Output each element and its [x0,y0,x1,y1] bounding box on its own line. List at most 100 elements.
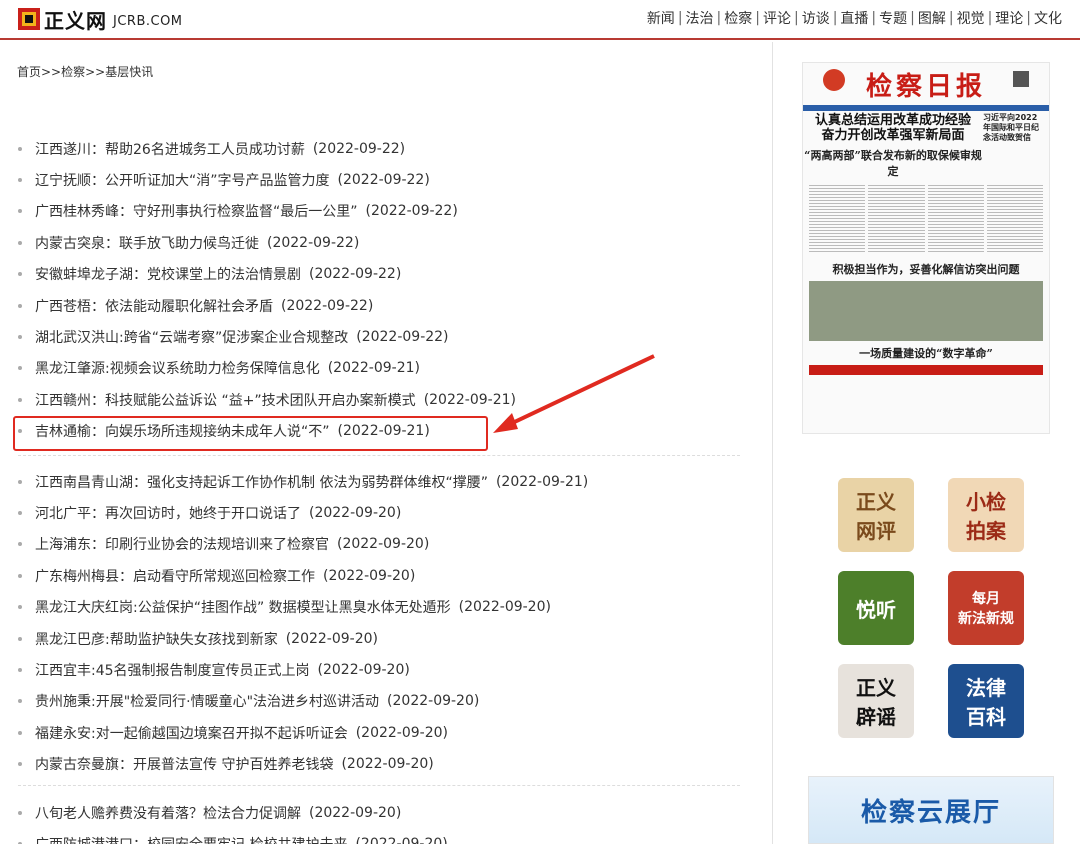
news-item[interactable]: 广西苍梧：依法能动履职化解社会矛盾 (2022-09-22) [18,290,740,321]
news-date: (2022-09-20) [387,693,480,710]
news-date: (2022-09-20) [323,567,416,584]
nav-separator: | [716,10,722,26]
bullet-icon [18,272,22,277]
news-item[interactable]: 广东梅州梅县：启动看守所常规巡回检察工作 (2022-09-20) [18,560,740,591]
news-title[interactable]: 安徽蚌埠龙子湖：党校课堂上的法治情景剧 [35,264,301,284]
news-item[interactable]: 上海浦东：印刷行业协会的法规培训来了检察官 (2022-09-20) [18,529,740,560]
news-item[interactable]: 湖北武汉洪山:跨省“云端考察”促涉案企业合规整改 (2022-09-22) [18,321,740,352]
nav-link[interactable]: 新闻 [647,8,675,28]
nav-link[interactable]: 评论 [763,8,791,28]
nav-link[interactable]: 法治 [686,8,714,28]
bullet-icon [18,542,22,547]
news-title[interactable]: 黑龙江巴彦:帮助监护缺失女孩找到新家 [35,629,278,649]
news-date: (2022-09-21) [423,391,516,408]
feature-tile[interactable]: 正义 辟谣 [838,664,914,738]
news-title[interactable]: 上海浦东：印刷行业协会的法规培训来了检察官 [35,534,329,554]
news-title[interactable]: 贵州施秉:开展"检爱同行·情暖童心"法治进乡村巡讲活动 [35,691,379,711]
news-title[interactable]: 江西南昌青山湖：强化支持起诉工作协作机制 依法为弱势群体维权“撑腰” [35,472,488,492]
news-date: (2022-09-21) [327,360,421,377]
news-date: (2022-09-20) [458,599,551,616]
news-title[interactable]: 辽宁抚顺：公开听证加大“消”字号产品监管力度 [35,170,330,190]
news-item[interactable]: 辽宁抚顺：公开听证加大“消”字号产品监管力度 (2022-09-22) [18,164,740,195]
nav-link[interactable]: 视觉 [957,8,985,28]
news-item[interactable]: 八旬老人赡养费没有着落？检法合力促调解 (2022-09-20) [18,797,740,828]
nav-separator: | [987,10,993,26]
bullet-icon [18,209,22,214]
newspaper-masthead: 检察日报 [803,63,1049,105]
newspaper-subheadline-3: 一场质量建设的“数字革命” [859,347,993,360]
news-title[interactable]: 广西苍梧：依法能动履职化解社会矛盾 [35,296,273,316]
newspaper-side-headline: 习近平向2022年国际和平日纪念活动致贺信 [983,113,1039,142]
news-item[interactable]: 江西赣州：科技赋能公益诉讼 “益+”技术团队开启办案新模式 (2022-09-21… [18,384,740,415]
news-item[interactable]: 河北广平：再次回访时，她终于开口说话了 (2022-09-20) [18,497,740,528]
column-divider [772,42,773,844]
news-date: (2022-09-20) [309,804,402,821]
news-title[interactable]: 河北广平：再次回访时，她终于开口说话了 [35,503,301,523]
feature-tile[interactable]: 正义 网评 [838,478,914,552]
news-title[interactable]: 八旬老人赡养费没有着落？检法合力促调解 [35,803,301,823]
news-item[interactable]: 内蒙古奈曼旗：开展普法宣传 守护百姓养老钱袋 (2022-09-20) [18,749,740,780]
newspaper-thumbnail[interactable]: 检察日报 认真总结运用改革成功经验 奋力开创改革强军新局面 习近平向2022年国… [802,62,1050,434]
news-title[interactable]: 福建永安:对一起偷越国边境案召开拟不起诉听证会 [35,723,348,743]
news-title[interactable]: 江西宜丰:45名强制报告制度宣传员正式上岗 [35,660,310,680]
news-date: (2022-09-20) [355,724,449,741]
feature-tile[interactable]: 小检 拍案 [948,478,1024,552]
logo-text: 正义网 [44,8,107,33]
news-title[interactable]: 广西桂林秀峰：守好刑事执行检察监督“最后一公里” [35,201,358,221]
nav-separator: | [755,10,760,26]
bullet-icon [18,762,22,767]
cloud-exhibition-label: 检察云展厅 [860,797,1001,828]
nav-separator: | [1026,10,1031,26]
nav-separator: | [910,10,915,26]
nav-separator: | [677,10,683,26]
qr-code-icon [1013,71,1029,87]
news-date: (2022-09-20) [317,662,410,679]
news-item[interactable]: 安徽蚌埠龙子湖：党校课堂上的法治情景剧 (2022-09-22) [18,259,740,290]
bullet-icon [18,366,22,371]
bullet-icon [18,636,22,641]
site-logo[interactable]: 正义网 JCRB.COM [18,5,183,33]
nav-separator: | [832,10,838,26]
logo-domain: JCRB.COM [113,14,183,29]
news-date: (2022-09-20) [337,536,430,553]
breadcrumb[interactable]: 首页>>检察>>基层快讯 [17,63,153,80]
feature-tile[interactable]: 每月 新法新规 [948,571,1024,645]
bullet-icon [18,146,22,151]
nav-link[interactable]: 文化 [1034,8,1062,28]
bullet-icon [18,668,22,673]
news-title[interactable]: 江西赣州：科技赋能公益诉讼 “益+”技术团队开启办案新模式 [35,390,416,410]
news-title[interactable]: 内蒙古奈曼旗：开展普法宣传 守护百姓养老钱袋 [35,754,333,774]
news-item[interactable]: 内蒙古突泉：联手放飞助力候鸟迁徙 (2022-09-22) [18,227,740,258]
news-date: (2022-09-22) [267,234,360,251]
nav-link[interactable]: 直播 [840,8,868,28]
cloud-exhibition-banner[interactable]: 检察云展厅 [808,776,1054,844]
news-item[interactable]: 江西南昌青山湖：强化支持起诉工作协作机制 依法为弱势群体维权“撑腰” (2022-… [18,466,740,497]
news-item[interactable]: 黑龙江大庆红岗:公益保护“挂图作战” 数据模型让黑臭水体无处遁形 (2022-09… [18,592,740,623]
news-item[interactable]: 江西遂川：帮助26名进城务工人员成功讨薪 (2022-09-22) [18,133,740,164]
news-date: (2022-09-21) [495,473,589,490]
news-item[interactable]: 黑龙江巴彦:帮助监护缺失女孩找到新家 (2022-09-20) [18,623,740,654]
nav-link[interactable]: 检察 [724,8,752,28]
news-title[interactable]: 内蒙古突泉：联手放飞助力候鸟迁徙 [35,233,259,253]
news-item[interactable]: 黑龙江肇源:视频会议系统助力检务保障信息化 (2022-09-21) [18,353,740,384]
news-title[interactable]: 黑龙江肇源:视频会议系统助力检务保障信息化 [35,358,320,378]
news-item[interactable]: 福建永安:对一起偷越国边境案召开拟不起诉听证会 (2022-09-20) [18,717,740,748]
news-title[interactable]: 江西遂川：帮助26名进城务工人员成功讨薪 [35,139,305,159]
nav-link[interactable]: 专题 [879,8,907,28]
nav-link[interactable]: 理论 [995,8,1023,28]
news-title[interactable]: 广东梅州梅县：启动看守所常规巡回检察工作 [35,566,315,586]
news-title[interactable]: 广西防城港港口：校园安全要牢记 检校共建护未来 [35,834,347,844]
news-item[interactable]: 广西桂林秀峰：守好刑事执行检察监督“最后一公里” (2022-09-22) [18,196,740,227]
news-title[interactable]: 湖北武汉洪山:跨省“云端考察”促涉案企业合规整改 [35,327,348,347]
news-title[interactable]: 黑龙江大庆红岗:公益保护“挂图作战” 数据模型让黑臭水体无处遁形 [35,597,451,617]
feature-tile[interactable]: 悦听 [838,571,914,645]
news-date: (2022-09-22) [365,203,458,220]
list-divider [18,455,740,456]
nav-link[interactable]: 访谈 [802,8,830,28]
news-item[interactable]: 江西宜丰:45名强制报告制度宣传员正式上岗 (2022-09-20) [18,654,740,685]
news-date: (2022-09-20) [309,505,402,522]
news-item[interactable]: 广西防城港港口：校园安全要牢记 检校共建护未来 (2022-09-20) [18,828,740,844]
news-item[interactable]: 贵州施秉:开展"检爱同行·情暖童心"法治进乡村巡讲活动 (2022-09-20) [18,686,740,717]
nav-link[interactable]: 图解 [918,8,946,28]
feature-tile[interactable]: 法律 百科 [948,664,1024,738]
